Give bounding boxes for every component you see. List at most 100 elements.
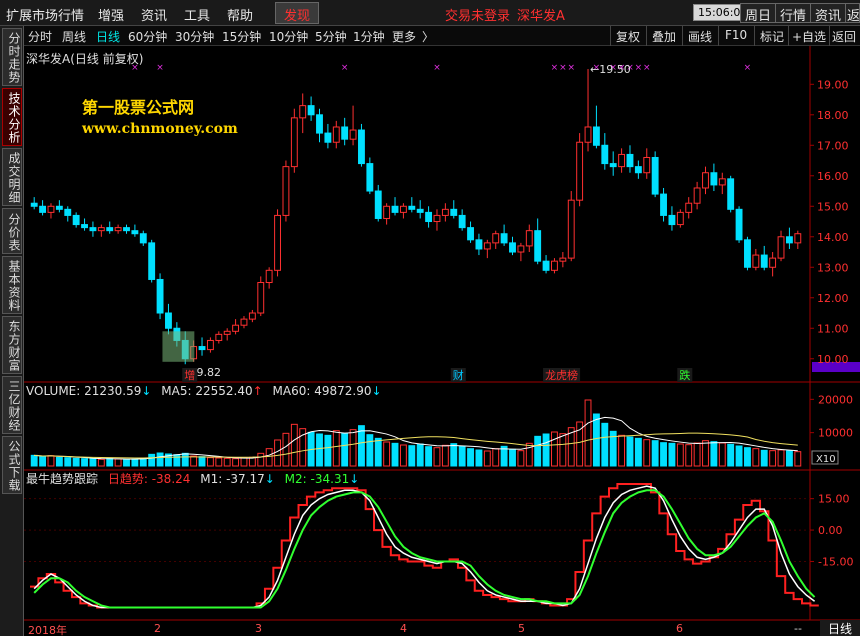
volume-bar [290,423,298,467]
volume-bar [257,452,265,467]
candle [542,260,550,271]
menu-tools[interactable]: 工具 [184,5,210,24]
x-axis-label: 5 [518,622,525,635]
candle [433,214,441,223]
tab-technical-analysis[interactable]: 技术分析 [2,88,22,146]
tab-price-table[interactable]: 分价表 [2,208,22,254]
volume-bar [324,434,332,467]
candle [643,156,651,174]
volume-bar [777,449,785,467]
return-button[interactable]: 返回 [832,28,856,45]
volume-bar [156,452,164,467]
candle [139,233,147,244]
tab-intraday[interactable]: 分时走势 [2,28,22,86]
news-button[interactable]: 资讯 [810,3,847,24]
volume-bar [752,448,760,467]
f10-button[interactable]: F10 [725,28,747,42]
tab-formula-download[interactable]: 公式下载 [2,436,22,494]
period-daily[interactable]: 日线 [96,28,120,45]
volume-bar [660,442,667,467]
period-weekly[interactable]: 周线 [62,28,86,45]
candle [785,236,793,244]
footer-dash: -- [794,622,802,635]
volume-bar [89,458,97,467]
candle [366,163,374,192]
volume-bar [391,442,399,467]
quote-button[interactable]: 行情 [775,3,812,24]
volume-bar [30,454,38,467]
mark-button[interactable]: 标记 [760,28,784,45]
event-mark: × [156,63,164,73]
candle [634,166,642,174]
candle [324,132,332,143]
tab-sanyi-finance[interactable]: 三亿财经 [2,376,22,434]
volume-bar [425,446,433,467]
volume-bar [492,448,500,467]
highlight-box [162,331,195,362]
period-more-chevron-icon[interactable]: 〉 [422,28,434,45]
volume-bar [509,448,516,467]
price-tick-label: 17.00 [817,139,849,152]
volume-bar [450,443,458,467]
back-button[interactable]: 返回 [845,3,860,23]
candle [332,126,340,143]
period-intraday[interactable]: 分时 [28,28,52,45]
period-1min[interactable]: 1分钟 [353,28,385,45]
candle [551,260,558,271]
period-footer-label[interactable]: 日线 [820,620,860,636]
weekday-button[interactable]: 周日 [740,3,777,24]
candle [769,257,777,268]
candle [55,205,63,210]
price-tick-label: 15.00 [817,200,849,213]
period-15min[interactable]: 15分钟 [222,28,261,45]
volume-bar [383,441,391,467]
adjust-right-button[interactable]: 复权 [616,28,640,45]
overlay-button[interactable]: 叠加 [652,28,676,45]
candle [299,105,307,119]
candle [475,239,483,250]
volume-bar [248,456,256,467]
volume-bar [433,447,441,467]
volume-label: VOLUME: [26,384,81,398]
candle [458,214,466,229]
period-more[interactable]: 更多 [392,28,416,45]
tab-fundamentals[interactable]: 基本资料 [2,256,22,314]
period-60min[interactable]: 60分钟 [128,28,167,45]
candle [492,233,500,244]
volume-bar [785,450,793,467]
candle [685,202,693,213]
volume-bar [190,455,198,467]
candle [584,126,592,143]
menu-help[interactable]: 帮助 [227,5,253,24]
volume-bar [794,451,802,467]
candle [198,346,206,351]
ma60-value: 49872.90 [314,384,372,398]
indicator-name[interactable]: 最牛趋势跟踪 [26,472,98,486]
volume-bar [114,458,122,467]
menu-enhance[interactable]: 增强 [98,5,124,24]
volume-bar [534,435,542,467]
toolbar-divider [829,26,830,46]
period-5min[interactable]: 5分钟 [315,28,347,45]
candle [676,211,684,226]
draw-line-button[interactable]: 画线 [688,28,712,45]
candle [441,208,449,216]
period-30min[interactable]: 30分钟 [175,28,214,45]
menu-news[interactable]: 资讯 [141,5,167,24]
volume-unit-label: X10 [816,454,836,465]
tab-trade-details[interactable]: 成交明细 [2,148,22,206]
volume-bar [408,445,416,467]
up-arrow-icon: ↑ [252,384,263,398]
add-watchlist-button[interactable]: +自选 [792,28,826,45]
volume-bar [81,458,88,467]
menu-discover[interactable]: 发现 [275,2,320,24]
candle [702,172,709,189]
candle [81,224,88,229]
price-tick-label: 13.00 [817,261,849,274]
period-10min[interactable]: 10分钟 [269,28,308,45]
volume-bar [72,457,80,467]
menu-extended-market[interactable]: 扩展市场行情 [6,5,84,24]
price-tick-label: 16.00 [817,170,849,183]
event-mark: × [559,63,567,73]
tab-eastmoney[interactable]: 东方财富 [2,316,22,374]
